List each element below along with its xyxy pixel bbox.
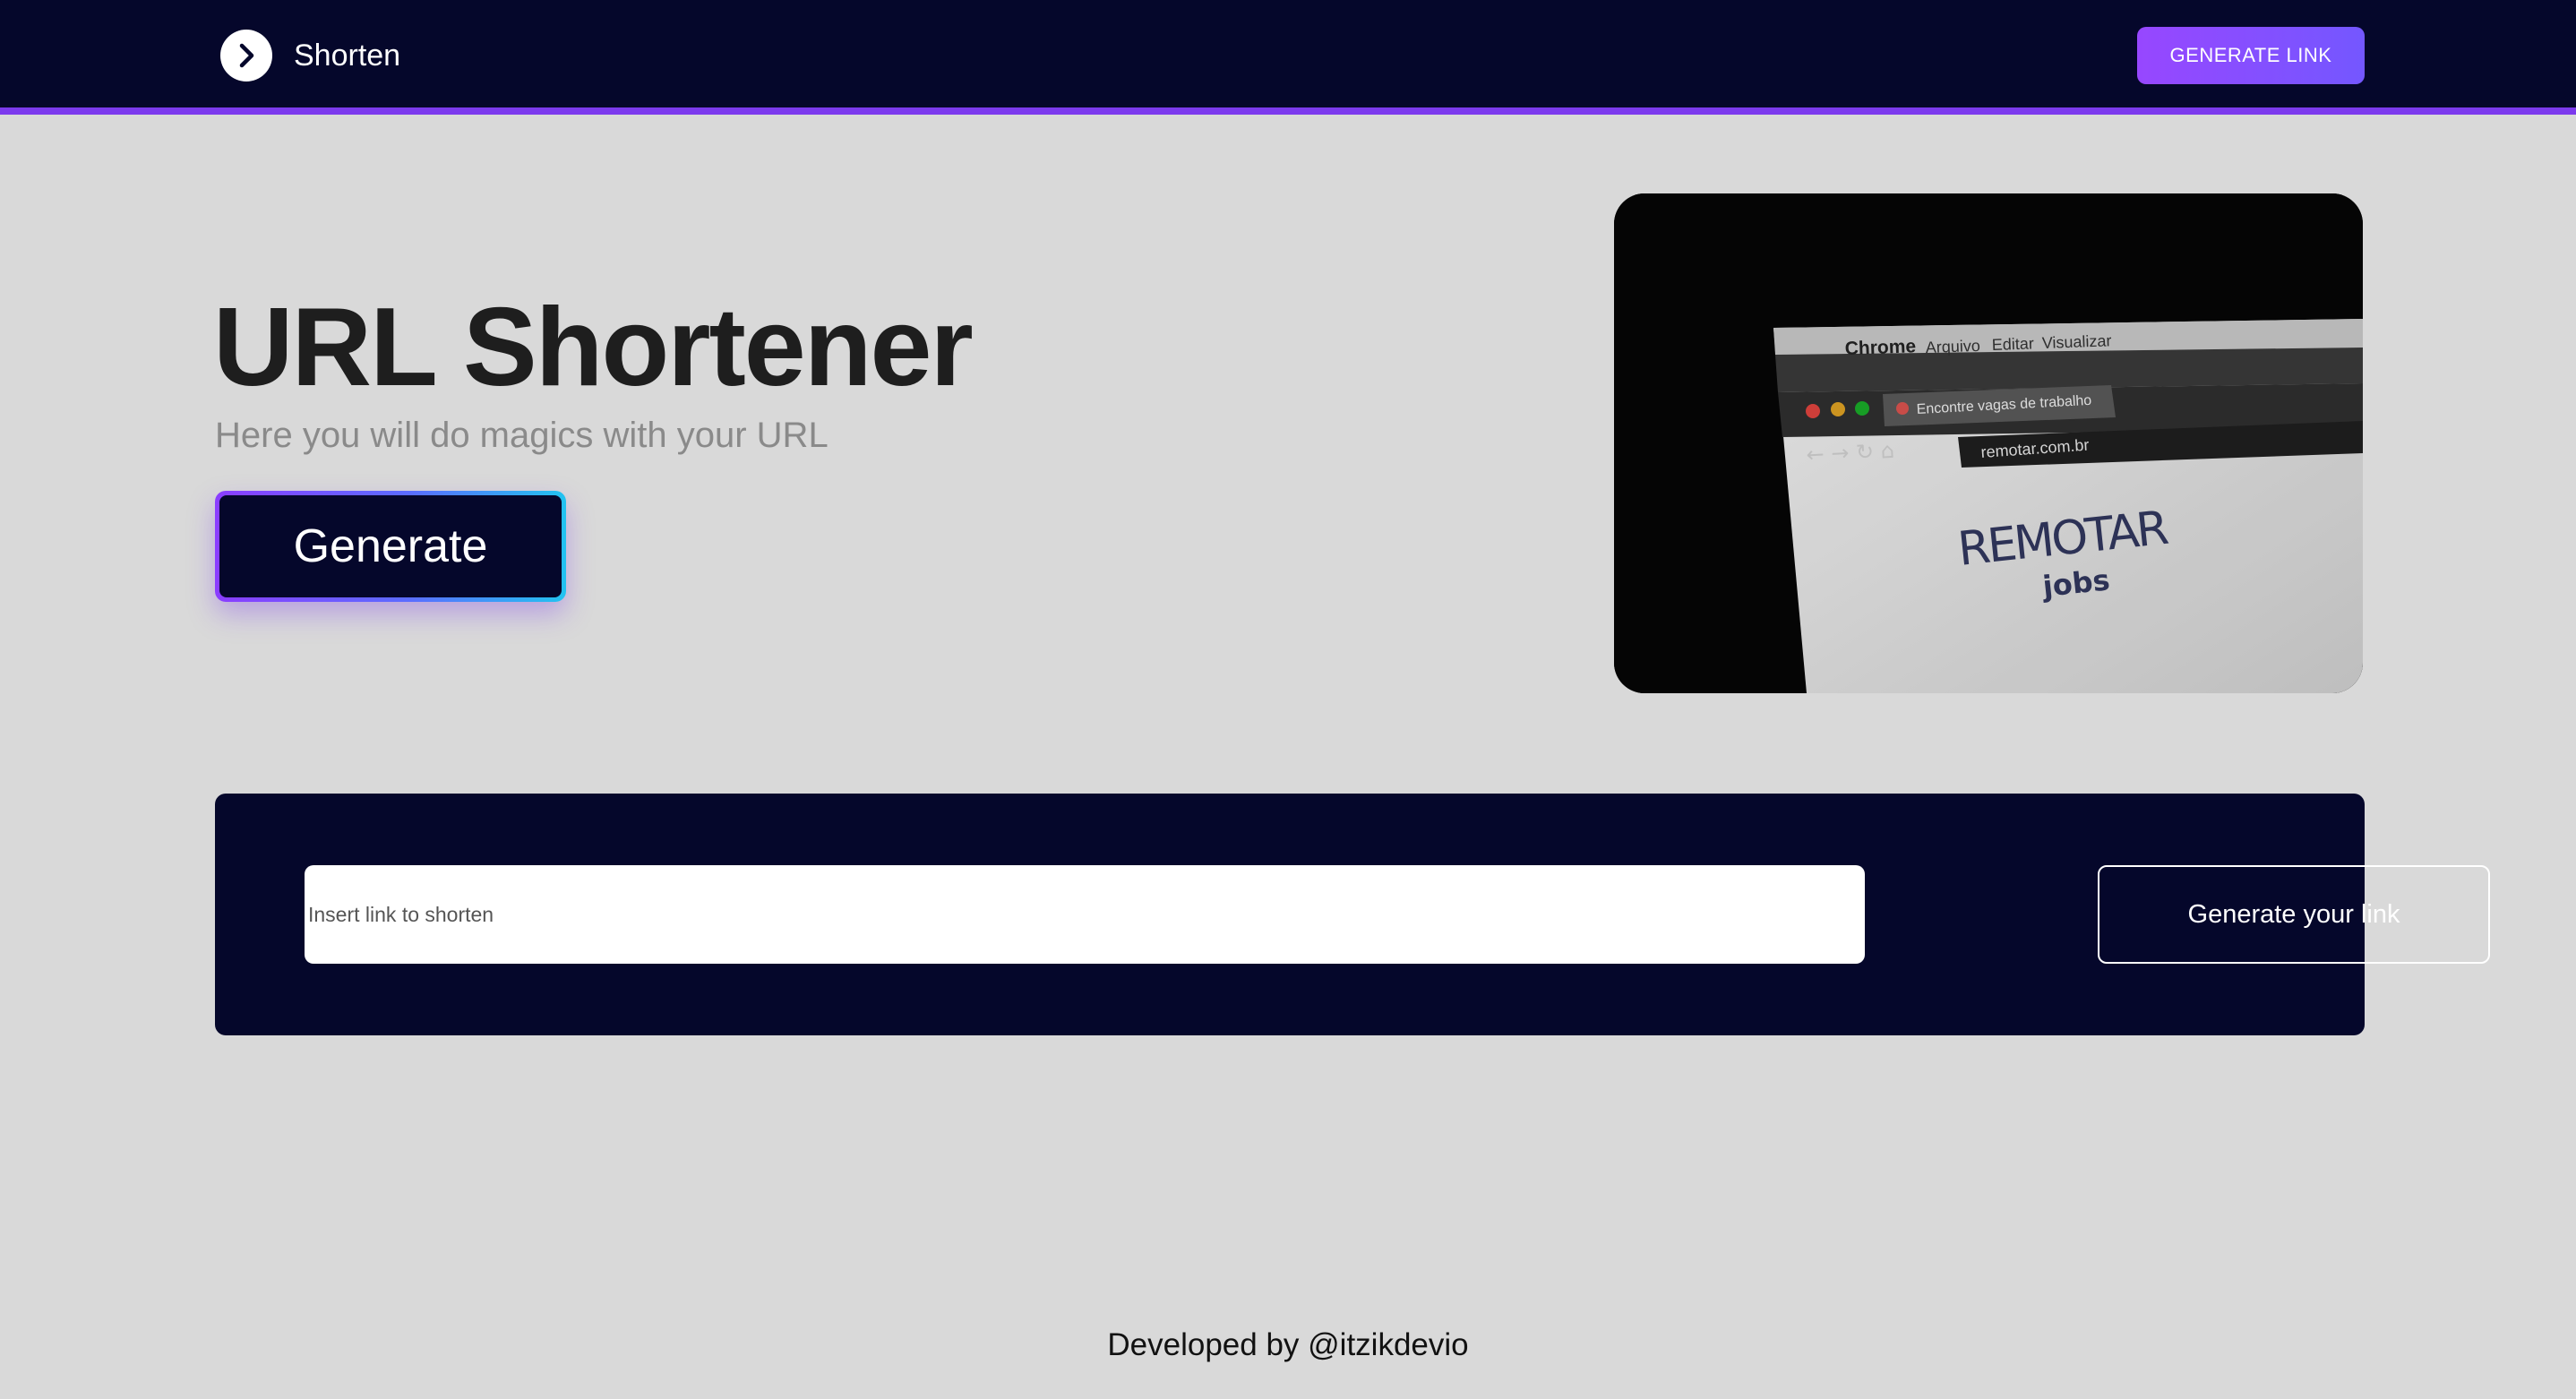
shorten-panel: Generate your link	[215, 794, 2490, 1035]
generate-your-link-button[interactable]: Generate your link	[2098, 865, 2490, 964]
top-navbar: Shorten GENERATE LINK	[0, 0, 2576, 115]
footer-credit: Developed by @itzikdevio	[1107, 1327, 1469, 1362]
generate-button[interactable]: Generate	[215, 491, 566, 602]
generate-link-nav-button[interactable]: GENERATE LINK	[2137, 27, 2365, 84]
page-subtitle: Here you will do magics with your URL	[215, 416, 829, 455]
chevron-right-circle-icon	[220, 30, 272, 82]
brand-logo[interactable]: Shorten	[220, 30, 400, 82]
generate-button-label: Generate	[219, 495, 562, 597]
link-input[interactable]	[305, 865, 1865, 964]
page-title: URL Shortener	[213, 286, 974, 409]
brand-name: Shorten	[294, 39, 401, 73]
hero-image: ← → ↻ ⌂ Chrome Arquivo Editar Visualizar…	[1614, 193, 2363, 693]
